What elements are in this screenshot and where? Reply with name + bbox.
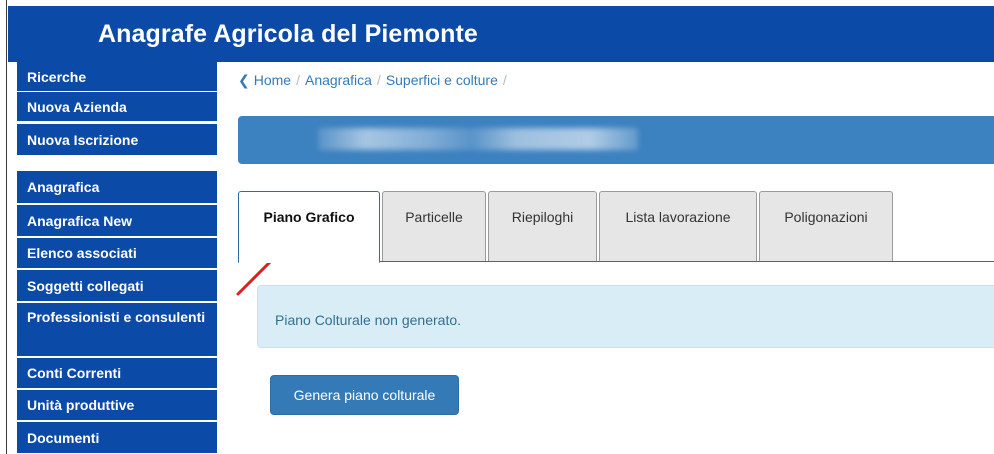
app-header: Anagrafe Agricola del Piemonte [8, 6, 994, 62]
breadcrumb-separator: / [376, 72, 381, 88]
sidebar-item-elenco-associati[interactable]: Elenco associati [17, 238, 217, 269]
tab-riepiloghi[interactable]: Riepiloghi [488, 191, 597, 261]
breadcrumb: ❮ Home / Anagrafica / Superfici e colture / [238, 72, 512, 89]
sidebar-item-label: Unità produttive [27, 397, 135, 413]
sidebar-item-label: Conti Correnti [27, 365, 122, 381]
sidebar-item-nuova-azienda[interactable]: Nuova Azienda [17, 92, 217, 122]
info-alert: Piano Colturale non generato. [257, 285, 994, 348]
breadcrumb-anagrafica[interactable]: Anagrafica [305, 72, 372, 88]
tab-poligonazioni[interactable]: Poligonazioni [759, 191, 893, 261]
sidebar-item-anagrafica-new[interactable]: Anagrafica New [17, 205, 217, 237]
breadcrumb-home[interactable]: Home [254, 72, 291, 88]
alert-message: Piano Colturale non generato. [275, 312, 462, 328]
tab-piano-grafico[interactable]: Piano Grafico [238, 191, 380, 263]
app-title: Anagrafe Agricola del Piemonte [98, 20, 478, 48]
sidebar-item-professionisti[interactable]: Professionisti e consulenti [17, 303, 217, 357]
breadcrumb-superfici[interactable]: Superfici e colture [386, 72, 498, 88]
tab-label: Particelle [405, 209, 463, 225]
tab-particelle[interactable]: Particelle [382, 191, 486, 261]
tab-label: Piano Grafico [263, 209, 355, 225]
sidebar-item-label: Nuova Iscrizione [27, 131, 139, 148]
company-info-bar [238, 116, 994, 164]
sidebar-item-label: Elenco associati [27, 245, 137, 261]
sidebar-item-label: Professionisti e consulenti [27, 309, 206, 325]
breadcrumb-separator: / [296, 72, 300, 88]
sidebar-item-unita-produttive[interactable]: Unità produttive [17, 390, 217, 421]
sidebar-item-label: Ricerche [27, 68, 87, 85]
generate-plan-button[interactable]: Genera piano colturale [270, 375, 459, 415]
tab-label: Riepiloghi [511, 209, 574, 225]
sidebar-item-ricerche[interactable]: Ricerche [17, 62, 217, 92]
tab-label: Poligonazioni [784, 209, 868, 225]
sidebar-item-anagrafica[interactable]: Anagrafica [17, 171, 217, 204]
tab-label: Lista lavorazione [625, 209, 731, 225]
sidebar-item-documenti[interactable]: Documenti [17, 422, 217, 454]
breadcrumb-separator: / [502, 72, 507, 88]
sidebar-item-label: Documenti [27, 429, 100, 446]
sidebar-item-label: Nuova Azienda [27, 98, 127, 115]
chevron-left-icon: ❮ [238, 72, 250, 88]
sidebar-item-label: Anagrafica New [27, 212, 133, 229]
window-left-border [6, 0, 7, 454]
redacted-company-name [318, 128, 638, 150]
sidebar-item-label: Soggetti collegati [27, 277, 144, 294]
sidebar-item-nuova-iscrizione[interactable]: Nuova Iscrizione [17, 124, 217, 156]
sidebar-item-soggetti-collegati[interactable]: Soggetti collegati [17, 270, 217, 302]
tab-lista-lavorazione[interactable]: Lista lavorazione [599, 191, 757, 261]
sidebar-item-label: Anagrafica [27, 179, 100, 195]
sidebar-item-conti-correnti[interactable]: Conti Correnti [17, 358, 217, 389]
